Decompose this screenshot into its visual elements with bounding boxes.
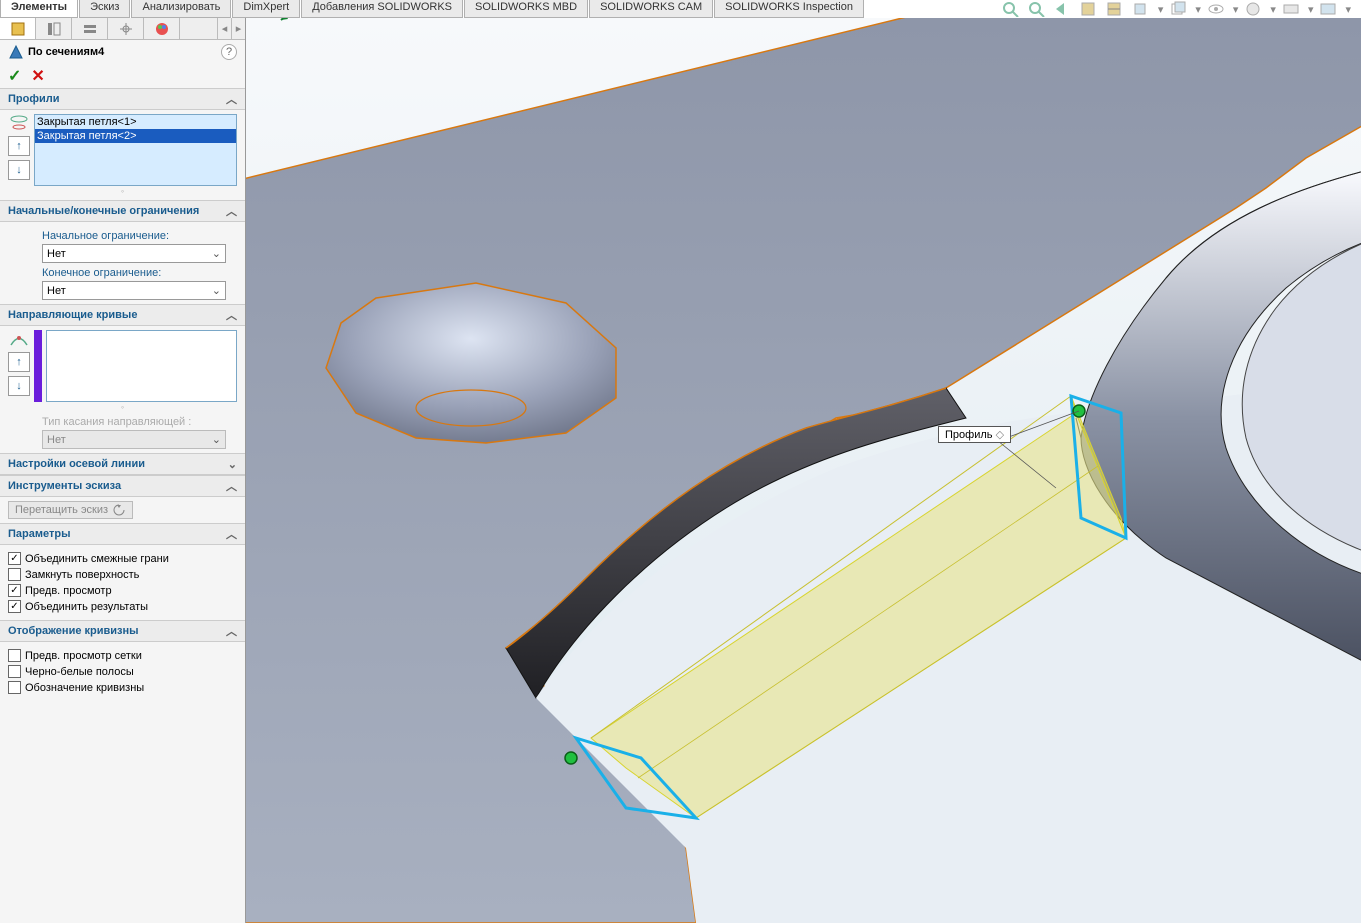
- tab-addins[interactable]: Добавления SOLIDWORKS: [301, 0, 463, 18]
- drag-sketch-button: Перетащить эскиз: [8, 501, 133, 519]
- panel-tab-config[interactable]: [72, 18, 108, 39]
- guides-listbox[interactable]: [46, 330, 237, 402]
- hide-show-icon[interactable]: [1207, 1, 1227, 17]
- view-orient-icon[interactable]: [1169, 1, 1189, 17]
- chevron-up-icon: ︿: [226, 91, 237, 107]
- mesh-preview-label: Предв. просмотр сетки: [25, 650, 142, 662]
- graphics-viewport[interactable]: Профиль ◇: [246, 18, 1361, 923]
- section-view2-icon[interactable]: [1106, 1, 1126, 17]
- zebra-label: Черно-белые полосы: [25, 666, 134, 678]
- cancel-button[interactable]: ✕: [31, 66, 44, 86]
- appearances-icon[interactable]: [1244, 1, 1264, 17]
- panel-tab-props[interactable]: [36, 18, 72, 39]
- move-up-button[interactable]: ↑: [8, 136, 30, 156]
- curvature-display-label: Обозначение кривизны: [25, 682, 144, 694]
- guide-tangency-dropdown: Нет⌄: [42, 430, 226, 449]
- chevron-up-icon: ︿: [226, 307, 237, 323]
- chevron-up-icon: ︿: [226, 623, 237, 639]
- undo-icon: [112, 504, 126, 516]
- curvature-display-checkbox[interactable]: [8, 681, 21, 694]
- merge-faces-checkbox[interactable]: ✓: [8, 552, 21, 565]
- section-view-icon[interactable]: [1080, 1, 1100, 17]
- profiles-listbox[interactable]: Закрытая петля<1> Закрытая петля<2>: [34, 114, 237, 186]
- chevron-up-icon: ︿: [226, 203, 237, 219]
- display-style-icon[interactable]: [1132, 1, 1152, 17]
- mesh-preview-checkbox[interactable]: [8, 649, 21, 662]
- view-toolbar: ▾ ▾ ▾ ▾ ▾ ▾: [1002, 0, 1351, 18]
- preview-label: Предв. просмотр: [25, 585, 112, 597]
- ok-button[interactable]: ✓: [8, 66, 21, 86]
- list-resizer-handle[interactable]: ◦: [8, 186, 237, 196]
- panel-tab-dims[interactable]: [108, 18, 144, 39]
- list-resizer-handle[interactable]: ◦: [8, 402, 237, 412]
- property-manager-panel: ◂ ▸ По сечениям4 ? ✓ ✕ Профили︿ ↑ ↓ Закр…: [0, 18, 246, 923]
- end-constraint-dropdown[interactable]: Нет⌄: [42, 281, 226, 300]
- panel-tab-feature[interactable]: [0, 18, 36, 39]
- zoom-area-icon[interactable]: [1028, 1, 1048, 17]
- guide-selector-icon[interactable]: [8, 330, 30, 348]
- tab-mbd[interactable]: SOLIDWORKS MBD: [464, 0, 588, 18]
- section-curvature-header[interactable]: Отображение кривизны︿: [0, 620, 245, 642]
- start-constraint-label: Начальное ограничение:: [42, 230, 237, 242]
- feature-title: По сечениям4: [28, 46, 104, 58]
- loft-icon: [8, 44, 24, 60]
- tab-analyze[interactable]: Анализировать: [131, 0, 231, 18]
- merge-results-checkbox[interactable]: ✓: [8, 600, 21, 613]
- feature-title-row: По сечениям4 ?: [0, 40, 245, 64]
- previous-view-icon[interactable]: [1054, 1, 1074, 17]
- zebra-checkbox[interactable]: [8, 665, 21, 678]
- chevron-up-icon: ︿: [226, 478, 237, 494]
- tab-dimxpert[interactable]: DimXpert: [232, 0, 300, 18]
- section-constraints-header[interactable]: Начальные/конечные ограничения︿: [0, 200, 245, 222]
- help-icon[interactable]: ?: [221, 44, 237, 60]
- orientation-triad[interactable]: [276, 18, 1361, 883]
- guide-color-stripe: [34, 330, 42, 402]
- profile-selector-icon[interactable]: [8, 114, 30, 132]
- panel-tab-appearance[interactable]: [144, 18, 180, 39]
- guide-move-up-button[interactable]: ↑: [8, 352, 30, 372]
- tab-inspection[interactable]: SOLIDWORKS Inspection: [714, 0, 864, 18]
- panel-tab-scroll-right[interactable]: ▸: [231, 18, 245, 39]
- section-sketchtools-header[interactable]: Инструменты эскиза︿: [0, 475, 245, 497]
- chevron-down-icon: ⌄: [228, 458, 237, 471]
- section-centerline-header[interactable]: Настройки осевой линии⌄: [0, 453, 245, 475]
- tab-elements[interactable]: Элементы: [0, 0, 78, 18]
- zoom-fit-icon[interactable]: [1002, 1, 1022, 17]
- end-constraint-label: Конечное ограничение:: [42, 267, 237, 279]
- tab-sketch[interactable]: Эскиз: [79, 0, 130, 18]
- panel-tab-scroll-left[interactable]: ◂: [217, 18, 231, 39]
- guide-move-down-button[interactable]: ↓: [8, 376, 30, 396]
- merge-results-label: Объединить результаты: [25, 601, 148, 613]
- section-guides-header[interactable]: Направляющие кривые︿: [0, 304, 245, 326]
- section-options-header[interactable]: Параметры︿: [0, 523, 245, 545]
- scene-icon[interactable]: [1282, 1, 1302, 17]
- profile-item-1[interactable]: Закрытая петля<1>: [35, 115, 236, 129]
- close-surface-label: Замкнуть поверхность: [25, 569, 139, 581]
- merge-faces-label: Объединить смежные грани: [25, 553, 169, 565]
- tab-cam[interactable]: SOLIDWORKS CAM: [589, 0, 713, 18]
- move-down-button[interactable]: ↓: [8, 160, 30, 180]
- close-surface-checkbox[interactable]: [8, 568, 21, 581]
- profile-item-2[interactable]: Закрытая петля<2>: [35, 129, 236, 143]
- panel-tab-strip: ◂ ▸: [0, 18, 245, 40]
- section-profiles-header[interactable]: Профили︿: [0, 88, 245, 110]
- chevron-up-icon: ︿: [226, 526, 237, 542]
- view-settings-icon[interactable]: [1319, 1, 1339, 17]
- ok-cancel-row: ✓ ✕: [0, 64, 245, 88]
- preview-checkbox[interactable]: ✓: [8, 584, 21, 597]
- start-constraint-dropdown[interactable]: Нет⌄: [42, 244, 226, 263]
- guide-tangency-label: Тип касания направляющей :: [42, 416, 237, 428]
